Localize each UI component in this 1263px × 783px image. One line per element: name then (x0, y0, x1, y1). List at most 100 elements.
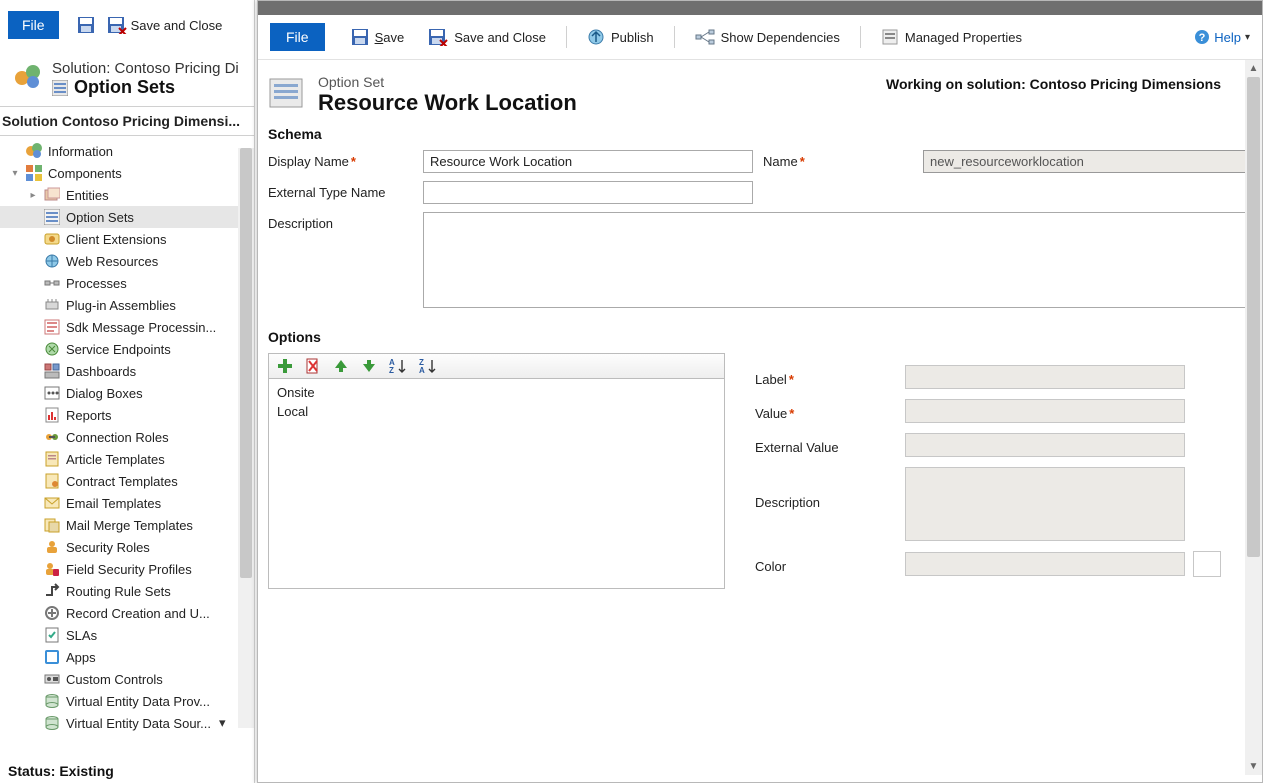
connection-roles-icon (44, 429, 60, 445)
tree-item-service-endpoints[interactable]: Service Endpoints (0, 338, 254, 360)
dialog-toolbar: File Save Save and Close Publish Show De… (258, 15, 1262, 60)
tree-item-client-extensions[interactable]: Client Extensions (0, 228, 254, 250)
tree-item-dashboards[interactable]: Dashboards (0, 360, 254, 382)
add-option-button[interactable] (277, 358, 293, 374)
parent-toolbar: File Save and Close (0, 0, 254, 50)
help-menu[interactable]: ? Help ▾ (1194, 29, 1250, 45)
dialog-titlebar[interactable] (258, 1, 1262, 15)
entities-icon (44, 187, 60, 203)
sort-desc-button[interactable]: ZA (419, 358, 437, 374)
tree-item-email-templates[interactable]: Email Templates (0, 492, 254, 514)
solution-explorer-window: File Save and Close Solution: Contoso Pr… (0, 0, 255, 783)
options-list-panel: AZ ZA Onsite Local (268, 353, 725, 589)
parent-save-button[interactable] (77, 16, 95, 34)
tree-item-entities[interactable]: ▸ Entities (0, 184, 254, 206)
virt-src-icon (44, 715, 60, 731)
tree-item-components[interactable]: ▾ Components (0, 162, 254, 184)
options-toolbar: AZ ZA (268, 353, 725, 379)
move-up-button[interactable] (333, 358, 349, 374)
nav-panel-title: Solution Contoso Pricing Dimensi... (0, 106, 254, 136)
scroll-down-button[interactable]: ▼ (1245, 758, 1262, 775)
parent-save-close-label: Save and Close (131, 18, 223, 33)
tree-label: Security Roles (66, 540, 150, 555)
option-set-editor-dialog: File Save Save and Close Publish Show De… (257, 0, 1263, 783)
save-button[interactable]: Save (341, 24, 415, 50)
tree-item-mailmerge-templates[interactable]: Mail Merge Templates (0, 514, 254, 536)
tree-item-article-templates[interactable]: Article Templates (0, 448, 254, 470)
show-deps-label: Show Dependencies (721, 30, 840, 45)
tree-item-apps[interactable]: Apps (0, 646, 254, 668)
tree-label: Connection Roles (66, 430, 169, 445)
tree-label: Web Resources (66, 254, 158, 269)
name-label: Name (763, 150, 913, 169)
managed-properties-button[interactable]: Managed Properties (871, 24, 1032, 50)
save-icon (77, 16, 95, 34)
parent-save-close-button[interactable]: Save and Close (107, 16, 223, 34)
tree-label: Virtual Entity Data Prov... (66, 694, 210, 709)
managed-props-icon (881, 28, 899, 46)
slas-icon (44, 627, 60, 643)
description-textarea[interactable] (423, 212, 1245, 308)
tree-item-security-roles[interactable]: Security Roles (0, 536, 254, 558)
expand-icon[interactable]: ▸ (28, 190, 38, 201)
dialog-scrollbar[interactable]: ▲ ▼ (1245, 60, 1262, 775)
tree-item-contract-templates[interactable]: Contract Templates (0, 470, 254, 492)
option-detail-panel: Label Value External Value Description C… (755, 353, 1221, 589)
help-icon: ? (1194, 29, 1210, 45)
tree-item-virtual-entity-providers[interactable]: Virtual Entity Data Prov... (0, 690, 254, 712)
sdk-icon (44, 319, 60, 335)
dialog-scrollbar-thumb[interactable] (1247, 77, 1260, 557)
external-type-name-input[interactable] (423, 181, 753, 204)
tree-item-field-security[interactable]: Field Security Profiles (0, 558, 254, 580)
tree-item-dialog-boxes[interactable]: Dialog Boxes (0, 382, 254, 404)
tree-item-sdk-steps[interactable]: Sdk Message Processin... (0, 316, 254, 338)
option-color-swatch[interactable] (1193, 551, 1221, 577)
tree-label: SLAs (66, 628, 97, 643)
tree-item-reports[interactable]: Reports (0, 404, 254, 426)
dialog-file-menu[interactable]: File (270, 23, 325, 51)
processes-icon (44, 275, 60, 291)
tree-label: Information (48, 144, 113, 159)
custom-controls-icon (44, 671, 60, 687)
entity-name-title: Resource Work Location (318, 90, 577, 116)
collapse-icon[interactable]: ▾ (10, 168, 20, 179)
tree-label: Processes (66, 276, 127, 291)
tree-item-information[interactable]: Information (0, 140, 254, 162)
virt-prov-icon (44, 693, 60, 709)
save-close-label: Save and Close (454, 30, 546, 45)
publish-button[interactable]: Publish (577, 24, 664, 50)
parent-file-menu[interactable]: File (8, 11, 59, 39)
tree-item-processes[interactable]: Processes (0, 272, 254, 294)
delete-option-button[interactable] (305, 358, 321, 374)
tree-item-slas[interactable]: SLAs (0, 624, 254, 646)
option-item[interactable]: Local (275, 402, 718, 421)
tree-scrollbar[interactable] (238, 148, 254, 728)
tree-item-connection-roles[interactable]: Connection Roles (0, 426, 254, 448)
scroll-up-button[interactable]: ▲ (1245, 60, 1262, 77)
tree-label: Components (48, 166, 122, 181)
tree-item-record-creation[interactable]: Record Creation and U... (0, 602, 254, 624)
sort-asc-button[interactable]: AZ (389, 358, 407, 374)
record-creation-icon (44, 605, 60, 621)
tree-item-option-sets[interactable]: Option Sets (0, 206, 254, 228)
tree-label: Dialog Boxes (66, 386, 143, 401)
move-down-button[interactable] (361, 358, 377, 374)
option-item[interactable]: Onsite (275, 383, 718, 402)
tree-scrollbar-thumb[interactable] (240, 148, 252, 578)
overflow-arrow-icon[interactable]: ▾ (219, 715, 226, 731)
tree-item-custom-controls[interactable]: Custom Controls (0, 668, 254, 690)
save-and-close-button[interactable]: Save and Close (418, 24, 556, 50)
option-label-label: Label (755, 368, 905, 387)
plugin-icon (44, 297, 60, 313)
client-ext-icon (44, 231, 60, 247)
display-name-input[interactable] (423, 150, 753, 173)
options-listbox[interactable]: Onsite Local (268, 379, 725, 589)
show-dependencies-button[interactable]: Show Dependencies (685, 24, 850, 50)
tree-label: Contract Templates (66, 474, 178, 489)
tree-item-virtual-entity-sources[interactable]: Virtual Entity Data Sour...▾ (0, 712, 254, 734)
tree-item-routing-rules[interactable]: Routing Rule Sets (0, 580, 254, 602)
tree-item-web-resources[interactable]: Web Resources (0, 250, 254, 272)
tree-label: Sdk Message Processin... (66, 320, 216, 335)
tree-item-plugin-assemblies[interactable]: Plug-in Assemblies (0, 294, 254, 316)
option-color-label: Color (755, 555, 905, 574)
